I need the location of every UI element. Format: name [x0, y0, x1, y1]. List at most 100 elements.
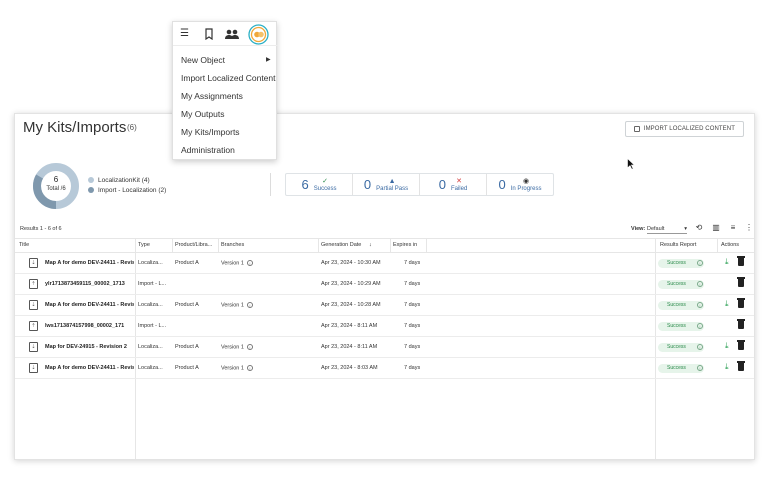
status-stats: 6 ✓ Success 0 ▲ Partial Pass 0 ✕ Failed 0 ◉… [285, 173, 554, 196]
download-icon[interactable]: ⤓ [725, 341, 729, 351]
menu-item-new-object[interactable]: New Object [181, 55, 225, 65]
table-row[interactable]: ⇣ Map for DEV-24915 - Revision 2 Localiza.… [15, 337, 754, 358]
kit-file-icon: ⇣ [29, 300, 38, 310]
import-file-icon: ⇡ [29, 279, 38, 289]
info-icon[interactable]: i [697, 281, 703, 287]
row-generation-date: Apr 23, 2024 - 10:29 AM [321, 281, 381, 287]
info-icon[interactable]: i [697, 323, 703, 329]
more-vertical-icon[interactable]: ⋮ [744, 223, 754, 233]
stat-value: 6 [301, 177, 309, 192]
filter-icon[interactable]: ≡ [728, 223, 738, 233]
stat-success[interactable]: 6 ✓ Success [286, 174, 353, 195]
info-icon[interactable]: i [697, 260, 703, 266]
info-icon[interactable]: i [246, 344, 253, 350]
stat-label: Failed [450, 185, 468, 192]
submenu-arrow-icon: ▶ [266, 57, 271, 63]
column-header-results-report[interactable]: Results Report [660, 242, 696, 248]
import-icon [633, 126, 640, 132]
stat-failed[interactable]: 0 ✕ Failed [420, 174, 487, 195]
menu-item-import-localized-content[interactable]: Import Localized Content [181, 73, 276, 83]
trash-icon[interactable] [737, 319, 745, 329]
menu-item-administration[interactable]: Administration [181, 145, 235, 155]
column-header-product[interactable]: Product/Libra... [175, 242, 212, 248]
bookmarks-icon[interactable] [204, 28, 214, 44]
x-icon: ✕ [456, 177, 463, 185]
stat-label: Success [313, 185, 337, 192]
info-icon[interactable]: i [246, 302, 253, 308]
table-row[interactable]: ⇣ Map A for demo DEV-24411 - Revisi Locali… [15, 358, 754, 379]
stat-in-progress[interactable]: 0 ◉ In Progress [487, 174, 553, 195]
column-header-generation-date[interactable]: Generation Date [321, 242, 361, 248]
info-icon[interactable]: i [697, 302, 703, 308]
columns-icon[interactable]: ▥ [711, 223, 721, 233]
info-icon[interactable]: i [246, 260, 253, 266]
row-branch: Version 1i [221, 260, 253, 266]
download-icon[interactable]: ⤓ [725, 257, 729, 267]
legend-dot [88, 177, 94, 183]
trash-icon[interactable] [737, 256, 745, 266]
table-row[interactable]: ⇡ ylr1713873459115_00002_1713 Import - L..… [15, 274, 754, 295]
donut-total-label: Total /6 [46, 186, 66, 192]
column-divider [218, 238, 219, 253]
summary-divider [270, 173, 271, 196]
stat-label: In Progress [510, 185, 542, 192]
menu-item-my-kits-imports[interactable]: My Kits/Imports [181, 127, 240, 137]
column-header-type[interactable]: Type [138, 242, 150, 248]
chevron-down-icon: ▾ [684, 225, 687, 232]
donut-legend: LocalizationKit (4) Import - Localizatio… [88, 175, 166, 195]
row-title[interactable]: Map A for demo DEV-24411 - Revisi [45, 365, 134, 371]
download-icon[interactable]: ⤓ [725, 299, 729, 309]
legend-item-import-localization: Import - Localization (2) [88, 185, 166, 195]
trash-icon[interactable] [737, 298, 745, 308]
row-title[interactable]: Map for DEV-24915 - Revision 2 [45, 344, 134, 350]
row-branch: Version 1i [221, 302, 253, 308]
row-expires: 7 days [404, 365, 421, 371]
kit-file-icon: ⇣ [29, 342, 38, 352]
row-expires: 7 days [404, 302, 421, 308]
info-icon[interactable]: i [697, 344, 703, 350]
main-navigation-menu: ☰ New Object ▶ Import Localized Content … [172, 21, 278, 160]
stat-value: 0 [363, 177, 372, 192]
info-icon[interactable]: i [246, 365, 253, 371]
warning-triangle-icon: ▲ [388, 177, 396, 185]
download-icon[interactable]: ⤓ [725, 362, 729, 372]
row-branch-label: Version 1 [221, 260, 244, 267]
menu-item-my-outputs[interactable]: My Outputs [181, 109, 224, 119]
row-branch: Version 1i [221, 365, 253, 371]
view-select[interactable]: Default ▾ [647, 224, 687, 234]
trash-icon[interactable] [737, 277, 745, 287]
row-title[interactable]: ylr1713873459115_00002_1713 [45, 281, 134, 287]
app-logo-icon[interactable] [248, 24, 269, 45]
results-count: Results 1 - 6 of 6 [20, 226, 62, 232]
row-title[interactable]: Map A for demo DEV-24411 - Revisi [45, 302, 134, 308]
legend-label: LocalizationKit (4) [98, 176, 150, 184]
menu-item-my-assignments[interactable]: My Assignments [181, 91, 243, 101]
trash-icon[interactable] [737, 361, 745, 371]
kits-imports-panel: My Kits/Imports (6) IMPORT LOCALIZED CON… [14, 113, 755, 460]
sort-arrow-down-icon[interactable]: ↓ [369, 242, 372, 248]
table-row[interactable]: ⇣ Map A for demo DEV-24411 - Revisi Locali… [15, 295, 754, 316]
row-expires: 7 days [404, 260, 421, 266]
import-button-label: IMPORT LOCALIZED CONTENT [643, 126, 735, 132]
row-title[interactable]: Map A for demo DEV-24411 - Revisi [45, 260, 134, 266]
column-header-expires[interactable]: Expires in [393, 242, 417, 248]
stat-value: 0 [498, 177, 506, 192]
import-localized-content-button[interactable]: IMPORT LOCALIZED CONTENT [624, 121, 744, 137]
row-type: Localiza... [138, 260, 163, 266]
column-header-title[interactable]: Title [19, 242, 29, 248]
row-branch-label: Version 1 [221, 302, 244, 309]
row-title[interactable]: lws1713874157998_00002_171 [45, 323, 134, 329]
stat-partial-pass[interactable]: 0 ▲ Partial Pass [353, 174, 420, 195]
column-header-branches[interactable]: Branches [221, 242, 244, 248]
hamburger-icon[interactable]: ☰ [180, 28, 189, 40]
column-header-actions: Actions [721, 242, 740, 248]
info-icon[interactable]: i [697, 365, 703, 371]
table-row[interactable]: ⇡ lws1713874157998_00002_171 Import - L...… [15, 316, 754, 337]
trash-icon[interactable] [737, 340, 745, 350]
refresh-icon[interactable]: ⟲ [694, 223, 704, 233]
row-type: Localiza... [138, 344, 163, 350]
table-row[interactable]: ⇣ Map A for demo DEV-24411 - Revisi Locali… [15, 253, 754, 274]
row-product: Product A [175, 302, 199, 308]
row-product: Product A [175, 260, 199, 266]
users-icon[interactable] [224, 28, 240, 44]
